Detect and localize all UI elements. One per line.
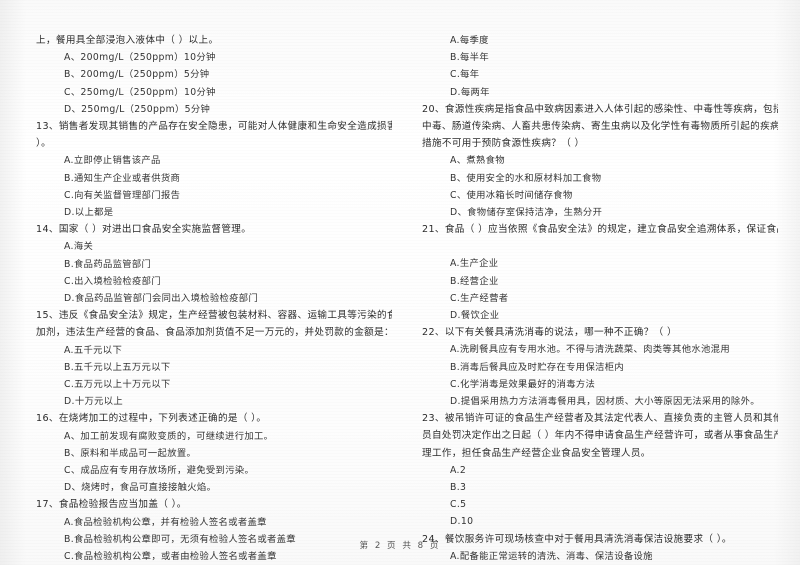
scanned-page: 上，餐用具全部浸泡入液体中（ ）以上。 A、200mg/L（250ppm）10分钟… xyxy=(0,0,800,565)
answer-option-line: A.五千元以下 xyxy=(64,344,123,356)
answer-option-line: B.消毒后餐具应及时贮存在专用保洁柜内 xyxy=(450,361,625,373)
answer-option-line: C.向有关监督管理部门报告 xyxy=(64,189,181,201)
answer-option-line: D.每两年 xyxy=(450,86,490,98)
answer-option-line: A.食品检验机构公章，并有检验人签名或者盖章 xyxy=(64,516,267,528)
answer-option-line: B.食品药品监管部门 xyxy=(64,258,152,270)
answer-option-line: D.提倡采用热力方法消毒餐用具，因材质、大小等原因无法采用的除外。 xyxy=(450,396,760,408)
answer-option-line: D.食品药品监管部门会同出入境检验检疫部门 xyxy=(64,293,259,305)
question-stem-line: 理工作，担任食品生产经营企业食品安全管理人员。 xyxy=(422,447,651,459)
answer-option-line: C、使用冰箱长时间储存食物 xyxy=(450,189,573,201)
question-stem-line: 20、食源性疾病是指食品中致病因素进入人体引起的感染性、中毒性等疾病，包括常见的… xyxy=(422,103,778,115)
answer-option-line: C、250mg/L（250ppm）10分钟 xyxy=(64,86,216,98)
answer-option-line: B.通知生产企业或者供货商 xyxy=(64,172,181,184)
answer-option-line: C.五万元以上十万元以下 xyxy=(64,379,171,391)
page-footer: 第 2 页 共 8 页 xyxy=(359,541,441,551)
answer-option-line: D.十万元以上 xyxy=(64,396,124,408)
answer-option-line: C.5 xyxy=(450,499,467,511)
question-stem-line: 14、国家（ ）对进出口食品安全实施监督管理。 xyxy=(36,224,252,236)
question-stem-line: 员自处罚决定作出之日起（ ）年内不得申请食品生产经营许可，或者从事食品生产经营管 xyxy=(422,430,778,442)
column-gutter xyxy=(414,32,422,565)
answer-option-line: A.生产企业 xyxy=(450,258,499,270)
answer-option-line: D.餐饮企业 xyxy=(450,310,500,322)
answer-option-line: A、200mg/L（250ppm）10分钟 xyxy=(64,52,216,64)
answer-option-line: B、使用安全的水和原材料加工食物 xyxy=(450,172,602,184)
answer-option-line: C.出入境检验检疫部门 xyxy=(64,275,161,287)
question-stem-line: 中毒、肠道传染病、人畜共患传染病、寄生虫病以及化学性有毒物质所引起的疾病。下列哪… xyxy=(422,121,778,133)
question-stem-line: 13、销售者发现其销售的产品存在安全隐患，可能对人体健康和生命安全造成损害的，应… xyxy=(36,121,392,133)
answer-option-line: B.3 xyxy=(450,482,467,494)
answer-option-line: B.经营企业 xyxy=(450,275,499,287)
question-stem-line: 21、食品（ ）应当依照《食品安全法》的规定，建立食品安全追溯体系，保证食品可追… xyxy=(422,224,778,236)
two-column-body: 上，餐用具全部浸泡入液体中（ ）以上。 A、200mg/L（250ppm）10分钟… xyxy=(0,0,800,565)
question-stem-line: 17、食品检验报告应当加盖（ ）。 xyxy=(36,499,187,511)
answer-option-line: C.生产经营者 xyxy=(450,292,509,304)
answer-option-line: A、加工前发现有腐败变质的，可继续进行加工。 xyxy=(64,430,274,442)
answer-option-line: A、煮熟食物 xyxy=(450,155,505,167)
question-stem-line: ）。 xyxy=(36,138,52,150)
answer-option-line: A.每季度 xyxy=(450,35,489,46)
answer-option-line: D、食物储存室保持洁净，生熟分开 xyxy=(450,207,603,219)
answer-option-line: B、200mg/L（250ppm）5分钟 xyxy=(64,69,210,81)
question-stem-line: 上，餐用具全部浸泡入液体中（ ）以上。 xyxy=(36,35,219,46)
question-stem-line: 措施不可用于预防食源性疾病？（ ） xyxy=(422,138,585,150)
question-stem-line: 22、以下有关餐具清洗消毒的说法，哪一种不正确？（ ） xyxy=(422,327,677,339)
answer-option-line: B.五千元以上五万元以下 xyxy=(64,361,171,373)
answer-option-line: C.每年 xyxy=(450,69,480,81)
answer-option-line: D.10 xyxy=(450,516,474,528)
answer-option-line: C.化学消毒是效果最好的消毒方法 xyxy=(450,378,596,390)
answer-option-line: A.2 xyxy=(450,464,467,476)
answer-option-line: D.以上都是 xyxy=(64,207,114,219)
answer-option-line: D、烧烤时，食品可直接接触火焰。 xyxy=(64,482,217,494)
question-stem-line: 15、违反《食品安全法》规定，生产经营被包装材料、容器、运输工具等污染的食品、食… xyxy=(36,310,392,322)
answer-option-line: A.立即停止销售该产品 xyxy=(64,155,161,167)
answer-option-line: A.海关 xyxy=(64,241,94,253)
question-stem-line: 加剂，违法生产经营的食品、食品添加剂货值不足一万元的，并处罚款的金额是：（ ）。 xyxy=(36,327,392,339)
answer-option-line: B.每半年 xyxy=(450,52,489,64)
answer-option-line: A.洗刷餐具应有专用水池。不得与清洗蔬菜、肉类等其他水池混用 xyxy=(450,344,730,356)
right-text-column: A.每季度 B.每半年 C.每年 D.每两年 20、食源性疾病是指食品中致病因素进入人体… xyxy=(422,32,778,565)
left-text-column: 上，餐用具全部浸泡入液体中（ ）以上。 A、200mg/L（250ppm）10分钟… xyxy=(36,32,392,565)
question-stem-line: 23、被吊销许可证的食品生产经营者及其法定代表人、直接负责的主管人员和其他直接责… xyxy=(422,413,778,425)
answer-option-line: B、原料和半成品可一起放置。 xyxy=(64,447,197,459)
question-stem-line: 16、在烧烤加工的过程中，下列表述正确的是（ ）。 xyxy=(36,413,267,425)
answer-option-line: D、250mg/L（250ppm）5分钟 xyxy=(64,103,211,115)
answer-option-line: C、成品应有专用存放场所，避免受到污染。 xyxy=(64,465,255,477)
